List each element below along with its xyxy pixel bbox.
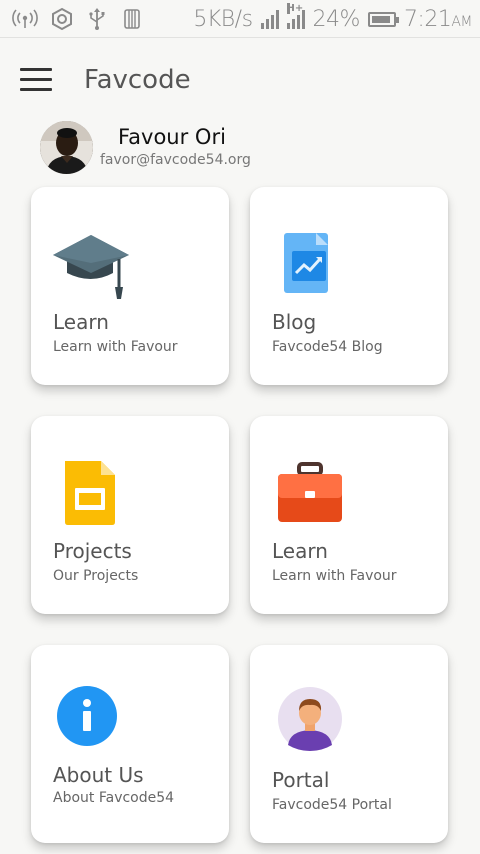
- app-bar: Favcode: [0, 39, 480, 121]
- card-portal[interactable]: Portal Favcode54 Portal: [250, 645, 448, 843]
- card-subtitle: Learn with Favour: [53, 339, 178, 355]
- info-icon: [51, 685, 131, 755]
- card-learn-briefcase[interactable]: Learn Learn with Favour: [250, 416, 448, 614]
- card-learn[interactable]: Learn Learn with Favour: [31, 187, 229, 385]
- card-title: Blog: [272, 310, 317, 334]
- card-title: Portal: [272, 768, 330, 792]
- status-bar: 5KB/s H+ 24% 7:21AM: [0, 0, 480, 38]
- avatar: [40, 121, 93, 174]
- card-title: About Us: [53, 763, 144, 787]
- card-subtitle: Favcode54 Blog: [272, 339, 383, 355]
- clock-time: 7:21: [403, 6, 452, 32]
- clock: 7:21AM: [403, 6, 473, 32]
- card-title: Learn: [272, 539, 328, 563]
- card-subtitle: Our Projects: [53, 568, 139, 584]
- slides-document-icon: [51, 458, 131, 528]
- settings-icon: [52, 7, 72, 31]
- card-blog[interactable]: Blog Favcode54 Blog: [250, 187, 448, 385]
- card-subtitle: About Favcode54: [53, 790, 175, 806]
- signal-hplus-icon: H+: [286, 3, 305, 29]
- briefcase-icon: [270, 458, 350, 528]
- graduation-cap-icon: [51, 229, 131, 299]
- hamburger-menu-icon[interactable]: [20, 68, 52, 92]
- battery-percent: 24%: [312, 6, 361, 32]
- status-icons-right: 5KB/s H+ 24% 7:21AM: [193, 3, 473, 34]
- signal-icon: [260, 9, 279, 29]
- network-speed: 5KB/s: [193, 6, 253, 32]
- blog-document-icon: [270, 229, 350, 299]
- battery-icon: [367, 11, 399, 27]
- profile-name: Favour Ori: [118, 125, 226, 149]
- profile-email: favor@favcode54.org: [100, 152, 251, 168]
- usb-icon: [89, 8, 105, 30]
- app-title: Favcode: [84, 65, 191, 95]
- card-subtitle: Learn with Favour: [272, 568, 397, 584]
- card-title: Learn: [53, 310, 109, 334]
- user-avatar-icon: [270, 685, 350, 755]
- card-subtitle: Favcode54 Portal: [272, 797, 392, 813]
- wifi-hotspot-icon: [12, 9, 38, 28]
- card-about-us[interactable]: About Us About Favcode54: [31, 645, 229, 843]
- card-projects[interactable]: Projects Our Projects: [31, 416, 229, 614]
- status-icons-left: [12, 6, 144, 32]
- clock-ampm: AM: [451, 13, 472, 30]
- profile-header[interactable]: Favour Ori favor@favcode54.org: [40, 121, 460, 174]
- vibrate-icon: [124, 9, 140, 29]
- network-type: H+: [286, 3, 304, 14]
- card-title: Projects: [53, 539, 132, 563]
